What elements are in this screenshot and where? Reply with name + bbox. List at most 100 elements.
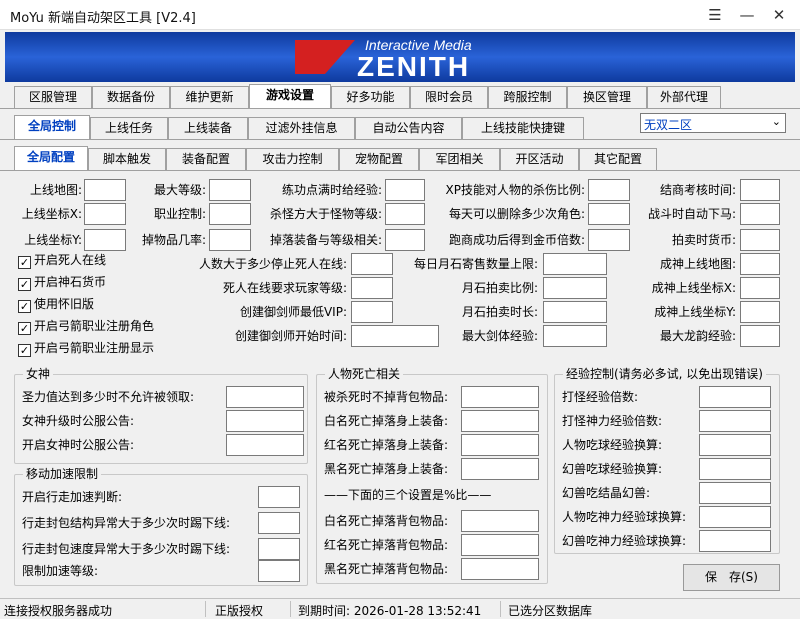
goddess-label-1: 女神升级时公服公告: [22,414,135,428]
checkbox-1[interactable]: ✓ 开启神石货币 [18,275,106,291]
midcenter-input-1[interactable] [543,277,607,299]
exp-input-1[interactable] [699,410,771,432]
col4-input-0[interactable] [588,179,630,201]
col2-label-2: 掉物品几率: [141,233,206,247]
col3-label-1: 杀怪方大于怪物等级: [269,207,382,221]
goddess-label-2: 开启女神时公服公告: [22,438,135,452]
col4-input-1[interactable] [588,203,630,225]
col3-input-1[interactable] [385,203,425,225]
midcenter-label-3: 最大剑体经验: [461,329,538,343]
tab-main_tabs-3[interactable]: 游戏设置 [249,84,331,108]
status-bar: 连接授权服务器成功 正版授权 到期时间: 2026-01-28 13:52:41… [0,598,800,618]
checkbox-3[interactable]: ✓ 开启弓箭职业注册角色 [18,319,154,335]
col4-input-2[interactable] [588,229,630,251]
midright-input-1[interactable] [740,277,780,299]
col5-label-1: 战斗时自动下马: [647,207,736,221]
speed-input-0[interactable] [258,486,300,508]
checkmark-icon: ✓ [18,300,31,313]
exp-input-2[interactable] [699,434,771,456]
speed-label-0: 开启行走加速判断: [22,490,123,504]
col5-input-2[interactable] [740,229,780,251]
checkmark-icon: ✓ [18,322,31,335]
death-input-3[interactable] [461,458,539,480]
midleft-label-0: 人数大于多少停止死人在线: [198,257,347,271]
speed-label-2: 行走封包速度异常大于多少次时踢下线: [22,542,231,556]
checkbox-label: 开启弓箭职业注册显示 [34,341,155,355]
midcenter-input-2[interactable] [543,301,607,323]
col5-label-0: 结商考核时间: [659,183,736,197]
exp-group-title: 经验控制(请务必多试, 以免出现错误) [563,367,766,381]
col1-label-0: 上线地图: [29,183,82,197]
col3-input-2[interactable] [385,229,425,251]
midleft-input-0[interactable] [351,253,393,275]
status-connection: 连接授权服务器成功 [4,604,113,618]
midcenter-input-0[interactable] [543,253,607,275]
midright-label-0: 成神上线地图: [659,257,736,271]
speed-input-3[interactable] [258,560,300,582]
speed-input-1[interactable] [258,512,300,534]
settings-form: 上线地图: 上线坐标X: 上线坐标Y: 最大等级: 职业控制: 掉物品几率: 练功点满时给经… [0,0,800,598]
death-label-3: 黑名死亡掉落身上装备: [324,462,449,476]
tab-sub_tabs-0[interactable]: 全局控制 [14,115,90,139]
exp-label-6: 幻兽吃神力经验球换算: [562,534,687,548]
goddess-label-0: 圣力值达到多少时不允许被领取: [22,390,195,404]
midleft-label-3: 创建御剑师开始时间: [234,329,347,343]
checkmark-icon: ✓ [18,278,31,291]
midleft-input-1[interactable] [351,277,393,299]
checkbox-4[interactable]: ✓ 开启弓箭职业注册显示 [18,341,154,357]
checkbox-2[interactable]: ✓ 使用怀旧版 [18,297,94,313]
col4-label-0: XP技能对人物的杀伤比例: [445,183,585,197]
death-input-0[interactable] [461,386,539,408]
col1-input-2[interactable] [84,229,126,251]
death-input-1[interactable] [461,410,539,432]
goddess-input-1[interactable] [226,410,304,432]
checkbox-label: 使用怀旧版 [34,297,95,311]
death-input-2[interactable] [461,434,539,456]
speed-input-2[interactable] [258,538,300,560]
checkbox-0[interactable]: ✓ 开启死人在线 [18,253,106,269]
col1-label-2: 上线坐标Y: [24,233,82,247]
col3-label-2: 掉落装备与等级相关: [269,233,382,247]
col5-input-0[interactable] [740,179,780,201]
col2-input-0[interactable] [209,179,251,201]
exp-label-0: 打怪经验倍数: [562,390,639,404]
col2-input-1[interactable] [209,203,251,225]
checkmark-icon: ✓ [18,256,31,269]
death2-input-1[interactable] [461,534,539,556]
col5-input-1[interactable] [740,203,780,225]
death2-input-2[interactable] [461,558,539,580]
midright-input-2[interactable] [740,301,780,323]
exp-input-3[interactable] [699,458,771,480]
col3-input-0[interactable] [385,179,425,201]
midleft-input-2[interactable] [351,301,393,323]
checkbox-label: 开启死人在线 [34,253,107,267]
midcenter-input-3[interactable] [543,325,607,347]
col2-label-1: 职业控制: [153,207,206,221]
midright-input-3[interactable] [740,325,780,347]
death2-label-2: 黑名死亡掉落背包物品: [324,562,449,576]
checkbox-label: 开启神石货币 [34,275,107,289]
goddess-input-2[interactable] [226,434,304,456]
save-button[interactable]: 保 存(S) [683,564,780,591]
exp-input-4[interactable] [699,482,771,504]
col1-input-0[interactable] [84,179,126,201]
col2-label-0: 最大等级: [153,183,206,197]
col1-input-1[interactable] [84,203,126,225]
col2-input-2[interactable] [209,229,251,251]
exp-input-0[interactable] [699,386,771,408]
status-expiry: 到期时间: 2026-01-28 13:52:41 [298,604,482,618]
midcenter-label-0: 每日月石寄售数量上限: [413,257,538,271]
goddess-input-0[interactable] [226,386,304,408]
death2-input-0[interactable] [461,510,539,532]
midcenter-label-1: 月石拍卖比例: [461,281,538,295]
midleft-input-3[interactable] [351,325,439,347]
exp-input-5[interactable] [699,506,771,528]
exp-label-2: 人物吃球经验换算: [562,438,663,452]
midleft-label-1: 死人在线要求玩家等级: [222,281,347,295]
midright-input-0[interactable] [740,253,780,275]
checkbox-label: 开启弓箭职业注册角色 [34,319,155,333]
col1-label-1: 上线坐标X: [21,207,82,221]
exp-input-6[interactable] [699,530,771,552]
speed-label-3: 限制加速等级: [22,564,99,578]
tab-config_tabs-0[interactable]: 全局配置 [14,146,88,170]
